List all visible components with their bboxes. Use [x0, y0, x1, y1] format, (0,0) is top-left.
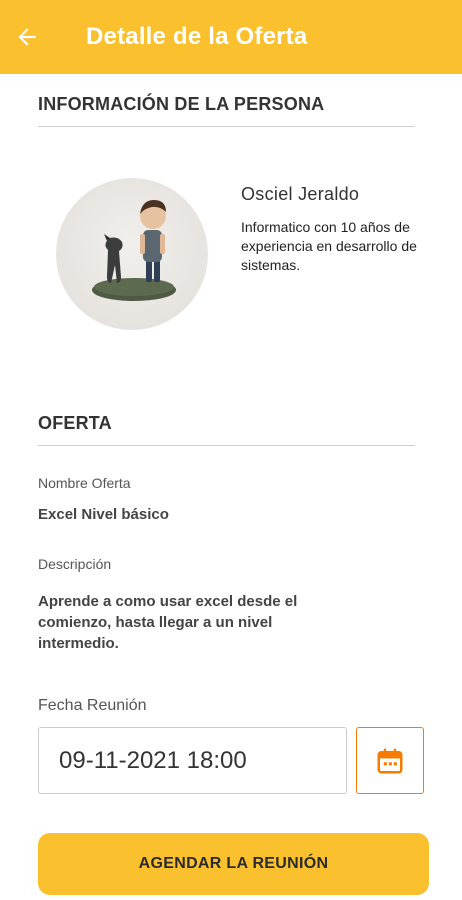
calendar-button[interactable] — [356, 727, 424, 794]
meeting-date-input[interactable] — [59, 746, 346, 775]
page-title: Detalle de la Oferta — [86, 23, 308, 50]
app-bar: Detalle de la Oferta — [0, 0, 462, 74]
offer-description-value: Aprende a como usar excel desde el comie… — [38, 593, 298, 652]
offer-name-label: Nombre Oferta — [38, 475, 131, 491]
person-name: Osciel Jeraldo — [241, 184, 360, 204]
arrow-left-icon — [18, 28, 36, 46]
meeting-date-field[interactable] — [38, 727, 347, 794]
calendar-icon — [377, 748, 403, 773]
meeting-date-label: Fecha Reunión — [38, 697, 147, 714]
offer-section-title: OFERTA — [38, 413, 112, 433]
person-description: Informatico con 10 años de experiencia e… — [241, 219, 417, 273]
offer-description-label: Descripción — [38, 556, 112, 572]
offer-section-divider — [38, 445, 415, 446]
back-button[interactable] — [0, 0, 54, 74]
person-avatar — [56, 178, 208, 330]
schedule-meeting-button[interactable]: AGENDAR LA REUNIÓN — [38, 833, 429, 895]
offer-name-value: Excel Nivel básico — [38, 506, 169, 523]
avatar-figurine-image — [92, 200, 176, 301]
person-section-divider — [38, 126, 415, 127]
person-section-title: INFORMACIÓN DE LA PERSONA — [38, 94, 325, 114]
